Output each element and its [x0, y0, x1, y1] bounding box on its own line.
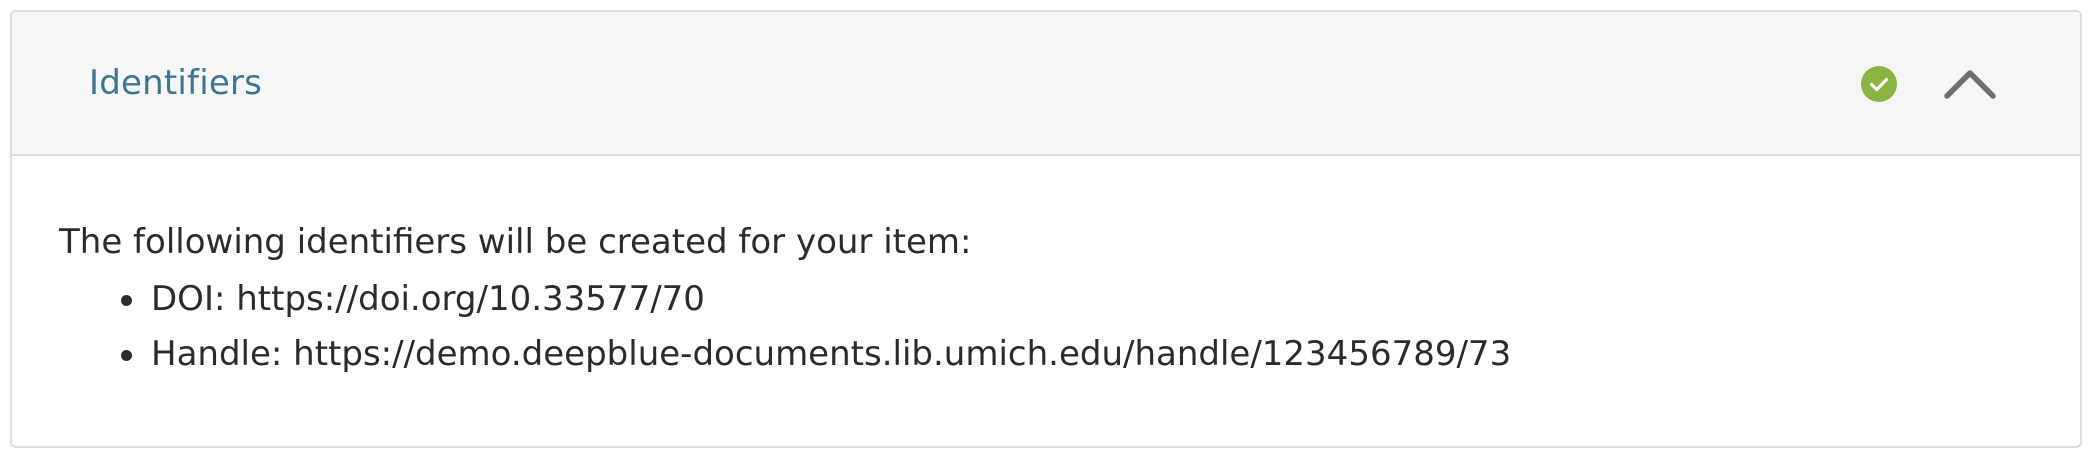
- identifiers-panel-body: The following identifiers will be create…: [12, 156, 2080, 446]
- check-circle-icon: [1860, 65, 1898, 103]
- section-title: Identifiers: [89, 63, 263, 103]
- identifiers-panel-header[interactable]: Identifiers: [12, 12, 2080, 156]
- bullet-icon: [121, 295, 132, 306]
- identifier-list: DOI: https://doi.org/10.33577/70 Handle:…: [59, 272, 2080, 382]
- bullet-icon: [121, 350, 132, 361]
- doi-label: DOI:: [151, 279, 237, 319]
- chevron-up-icon: [1944, 70, 1996, 99]
- identifiers-intro-text: The following identifiers will be create…: [59, 222, 972, 262]
- handle-link[interactable]: https://demo.deepblue-documents.lib.umic…: [293, 334, 1511, 374]
- identifier-item-handle: Handle: https://demo.deepblue-documents.…: [121, 327, 2080, 382]
- doi-link[interactable]: https://doi.org/10.33577/70: [236, 279, 705, 319]
- identifier-item-doi: DOI: https://doi.org/10.33577/70: [121, 272, 2080, 327]
- collapse-toggle-button[interactable]: [1940, 56, 2000, 112]
- identifiers-panel: Identifiers The following identifiers wi…: [10, 10, 2082, 448]
- handle-label: Handle:: [151, 334, 294, 374]
